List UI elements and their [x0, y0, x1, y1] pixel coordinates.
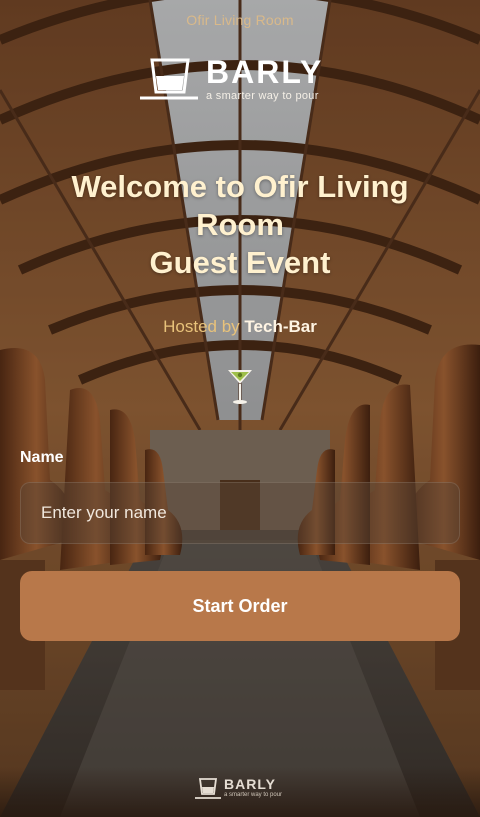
welcome-line-1: Welcome to Ofir Living	[71, 169, 409, 204]
footer-tagline: a smarter way to pour	[224, 792, 283, 798]
welcome-heading: Welcome to Ofir Living Room Guest Event	[20, 168, 460, 282]
footer-brand-logo: BARLY a smarter way to pour	[194, 776, 294, 802]
start-order-button[interactable]: Start Order	[20, 571, 460, 641]
hosted-prefix: Hosted by	[163, 317, 240, 336]
venue-name: Ofir Living Room	[186, 12, 294, 28]
hosted-by: Hosted by Tech-Bar	[0, 317, 480, 337]
glass-logo-icon	[140, 58, 198, 100]
footer-glass-icon	[195, 778, 221, 799]
brand-logo: BARLY a smarter way to pour	[138, 54, 338, 104]
brand-tagline: a smarter way to pour	[206, 90, 319, 102]
background-image	[0, 0, 480, 817]
welcome-line-3: Guest Event	[149, 245, 331, 280]
name-input[interactable]	[20, 482, 460, 544]
brand-wordmark: BARLY	[206, 54, 324, 90]
host-name: Tech-Bar	[244, 317, 317, 336]
cocktail-glass-icon	[228, 370, 252, 404]
name-label: Name	[20, 449, 64, 466]
welcome-line-2: Room	[196, 207, 284, 242]
footer-wordmark: BARLY	[224, 776, 276, 792]
